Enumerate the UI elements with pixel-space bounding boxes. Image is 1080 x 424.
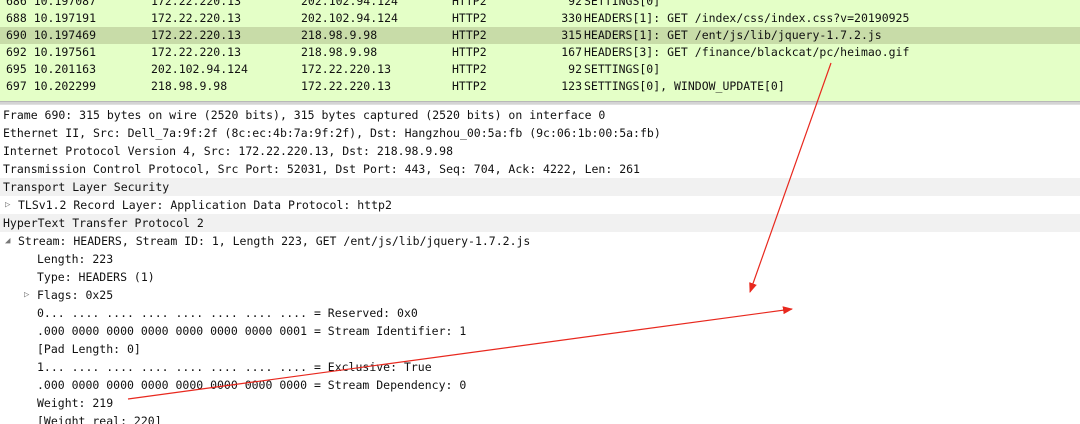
- packet-info: HEADERS[1]: GET /ent/js/lib/jquery-1.7.2…: [584, 28, 882, 42]
- detail-text: Frame 690: 315 bytes on wire (2520 bits)…: [3, 108, 606, 122]
- detail-stream[interactable]: ◢ Stream: HEADERS, Stream ID: 1, Length …: [0, 232, 1080, 250]
- detail-weight-real[interactable]: [Weight real: 220]: [0, 412, 1080, 424]
- packet-destination: 172.22.220.13: [301, 79, 392, 93]
- packet-info: HEADERS[3]: GET /finance/blackcat/pc/hei…: [584, 45, 910, 59]
- detail-text: Flags: 0x25: [37, 288, 114, 302]
- packet-length: 92: [568, 62, 582, 76]
- detail-text: Weight: 219: [37, 396, 114, 410]
- packet-destination: 218.98.9.98: [301, 28, 378, 42]
- detail-exclusive[interactable]: 1... .... .... .... .... .... .... .... …: [0, 358, 1080, 376]
- packet-protocol: HTTP2: [452, 79, 487, 93]
- detail-text: TLSv1.2 Record Layer: Application Data P…: [18, 198, 392, 212]
- packet-number-time: 695 10.201163: [6, 62, 97, 76]
- detail-http2[interactable]: HyperText Transfer Protocol 2: [0, 214, 1080, 232]
- packet-source: 172.22.220.13: [151, 11, 242, 25]
- packet-info: SETTINGS[0]: [584, 62, 661, 76]
- detail-stream-identifier[interactable]: .000 0000 0000 0000 0000 0000 0000 0001 …: [0, 322, 1080, 340]
- detail-text: [Pad Length: 0]: [37, 342, 141, 356]
- detail-ethernet[interactable]: Ethernet II, Src: Dell_7a:9f:2f (8c:ec:4…: [0, 124, 1080, 142]
- pane-splitter[interactable]: [0, 101, 1080, 105]
- packet-number-time: 692 10.197561: [6, 45, 97, 59]
- packet-number-time: 688 10.197191: [6, 11, 97, 25]
- detail-reserved[interactable]: 0... .... .... .... .... .... .... .... …: [0, 304, 1080, 322]
- packet-length: 123: [561, 79, 582, 93]
- packet-length: 330: [561, 11, 582, 25]
- detail-frame[interactable]: Frame 690: 315 bytes on wire (2520 bits)…: [0, 106, 1080, 124]
- detail-text: .000 0000 0000 0000 0000 0000 0000 0001 …: [37, 324, 467, 338]
- packet-number-time: 686 10.197087: [6, 0, 97, 8]
- detail-text: Stream: HEADERS, Stream ID: 1, Length 22…: [18, 234, 531, 248]
- detail-tcp[interactable]: Transmission Control Protocol, Src Port:…: [0, 160, 1080, 178]
- packet-number-time: 690 10.197469: [6, 28, 97, 42]
- packet-protocol: HTTP2: [452, 0, 487, 8]
- packet-source: 172.22.220.13: [151, 45, 242, 59]
- detail-weight[interactable]: Weight: 219: [0, 394, 1080, 412]
- detail-text: Type: HEADERS (1): [37, 270, 155, 284]
- packet-source: 202.102.94.124: [151, 62, 248, 76]
- detail-text: Ethernet II, Src: Dell_7a:9f:2f (8c:ec:4…: [3, 126, 661, 140]
- packet-list[interactable]: 686 10.197087 172.22.220.13 202.102.94.1…: [0, 0, 1080, 101]
- packet-length: 92: [568, 0, 582, 8]
- detail-text: Length: 223: [37, 252, 114, 266]
- detail-pad-length[interactable]: [Pad Length: 0]: [0, 340, 1080, 358]
- packet-row-selected[interactable]: 690 10.197469 172.22.220.13 218.98.9.98 …: [0, 27, 1080, 44]
- detail-ip[interactable]: Internet Protocol Version 4, Src: 172.22…: [0, 142, 1080, 160]
- expand-arrow-icon[interactable]: ▷: [5, 196, 15, 214]
- detail-text: Internet Protocol Version 4, Src: 172.22…: [3, 144, 454, 158]
- packet-source: 172.22.220.13: [151, 28, 242, 42]
- detail-text: HyperText Transfer Protocol 2: [3, 216, 204, 230]
- packet-protocol: HTTP2: [452, 28, 487, 42]
- packet-info: SETTINGS[0], WINDOW_UPDATE[0]: [584, 79, 785, 93]
- detail-tls[interactable]: Transport Layer Security: [0, 178, 1080, 196]
- detail-type[interactable]: Type: HEADERS (1): [0, 268, 1080, 286]
- expand-arrow-icon[interactable]: ▷: [24, 286, 34, 304]
- packet-row[interactable]: 692 10.197561 172.22.220.13 218.98.9.98 …: [0, 44, 1080, 61]
- packet-row[interactable]: 697 10.202299 218.98.9.98 172.22.220.13 …: [0, 78, 1080, 95]
- packet-destination: 202.102.94.124: [301, 0, 398, 8]
- packet-details-tree[interactable]: Frame 690: 315 bytes on wire (2520 bits)…: [0, 106, 1080, 424]
- detail-text: 1... .... .... .... .... .... .... .... …: [37, 360, 432, 374]
- detail-flags[interactable]: ▷ Flags: 0x25: [0, 286, 1080, 304]
- packet-protocol: HTTP2: [452, 11, 487, 25]
- detail-text: 0... .... .... .... .... .... .... .... …: [37, 306, 418, 320]
- detail-length[interactable]: Length: 223: [0, 250, 1080, 268]
- packet-source: 218.98.9.98: [151, 79, 228, 93]
- packet-destination: 202.102.94.124: [301, 11, 398, 25]
- packet-length: 315: [561, 28, 582, 42]
- packet-protocol: HTTP2: [452, 45, 487, 59]
- detail-stream-dependency[interactable]: .000 0000 0000 0000 0000 0000 0000 0000 …: [0, 376, 1080, 394]
- packet-row[interactable]: 686 10.197087 172.22.220.13 202.102.94.1…: [0, 0, 1080, 10]
- packet-destination: 172.22.220.13: [301, 62, 392, 76]
- detail-text: Transmission Control Protocol, Src Port:…: [3, 162, 640, 176]
- packet-row[interactable]: 688 10.197191 172.22.220.13 202.102.94.1…: [0, 10, 1080, 27]
- detail-text: .000 0000 0000 0000 0000 0000 0000 0000 …: [37, 378, 467, 392]
- packet-number-time: 697 10.202299: [6, 79, 97, 93]
- collapse-arrow-icon[interactable]: ◢: [5, 232, 15, 250]
- packet-row[interactable]: 695 10.201163 202.102.94.124 172.22.220.…: [0, 61, 1080, 78]
- detail-text: Transport Layer Security: [3, 180, 170, 194]
- detail-text: [Weight real: 220]: [37, 414, 162, 424]
- packet-source: 172.22.220.13: [151, 0, 242, 8]
- packet-info: HEADERS[1]: GET /index/css/index.css?v=2…: [584, 11, 910, 25]
- packet-info: SETTINGS[0]: [584, 0, 661, 8]
- packet-length: 167: [561, 45, 582, 59]
- packet-destination: 218.98.9.98: [301, 45, 378, 59]
- detail-tls-record[interactable]: ▷ TLSv1.2 Record Layer: Application Data…: [0, 196, 1080, 214]
- packet-protocol: HTTP2: [452, 62, 487, 76]
